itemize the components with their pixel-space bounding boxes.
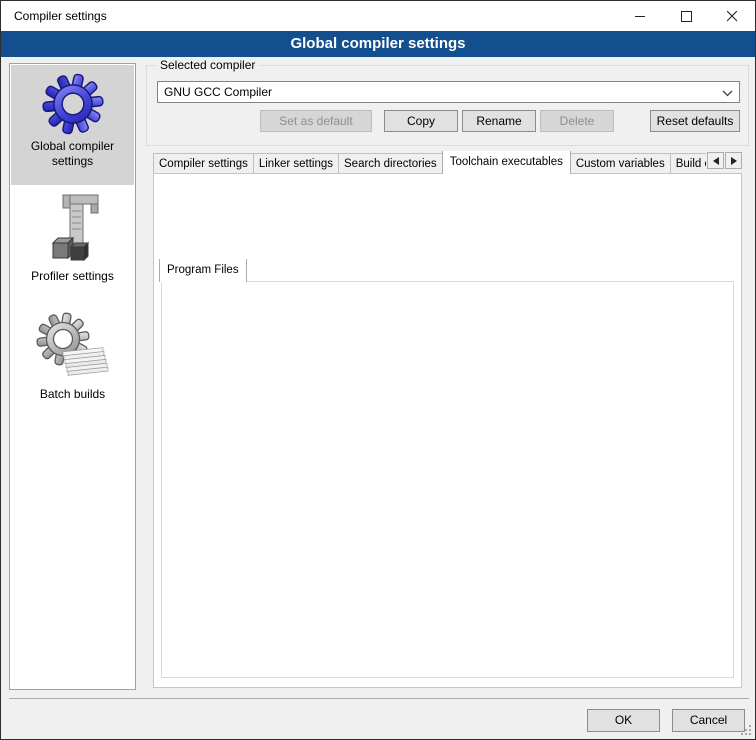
- ok-button[interactable]: OK: [587, 709, 660, 732]
- maximize-button[interactable]: [663, 2, 709, 31]
- minimize-button[interactable]: [617, 2, 663, 31]
- tab-toolchain-executables[interactable]: Toolchain executables: [442, 151, 571, 174]
- tab-build-options[interactable]: Build options: [670, 153, 706, 174]
- tab-scroll-left-button[interactable]: [707, 152, 724, 169]
- tab-search-directories[interactable]: Search directories: [338, 153, 443, 174]
- program-files-page: [161, 281, 734, 678]
- maximize-icon: [681, 11, 692, 22]
- close-button[interactable]: [709, 2, 755, 31]
- tab-linker-settings[interactable]: Linker settings: [253, 153, 339, 174]
- dialog-heading: Global compiler settings: [1, 31, 755, 57]
- sidebar-item-label: Global compiler settings: [11, 137, 134, 175]
- window-title: Compiler settings: [1, 9, 617, 23]
- left-arrow-icon: [713, 157, 719, 165]
- sidebar-item-global-compiler-settings[interactable]: Global compiler settings: [11, 65, 134, 185]
- dialog-window: Compiler settings Global compiler settin…: [0, 0, 756, 740]
- tab-scroll-right-button[interactable]: [725, 152, 742, 169]
- blue-gear-icon: [40, 71, 106, 137]
- sidebar-item-label: Batch builds: [11, 385, 134, 408]
- title-bar: Compiler settings: [1, 1, 755, 31]
- caliper-icon: [41, 191, 105, 267]
- chevron-down-icon: [722, 90, 733, 97]
- right-arrow-icon: [731, 157, 737, 165]
- selected-compiler-value: GNU GCC Compiler: [164, 85, 272, 99]
- sidebar-item-batch-builds[interactable]: Batch builds: [11, 307, 134, 419]
- selected-compiler-group: Selected compiler GNU GCC Compiler Set a…: [146, 65, 749, 146]
- reset-defaults-button[interactable]: Reset defaults: [650, 110, 740, 132]
- sidebar-item-label: Profiler settings: [11, 267, 134, 290]
- sidebar-item-profiler-settings[interactable]: Profiler settings: [11, 189, 134, 293]
- rename-button[interactable]: Rename: [462, 110, 536, 132]
- main-tab-strip: Compiler settings Linker settings Search…: [153, 151, 706, 174]
- subtab-program-files[interactable]: Program Files: [159, 259, 247, 282]
- selected-compiler-group-label: Selected compiler: [156, 58, 259, 72]
- tab-custom-variables[interactable]: Custom variables: [570, 153, 671, 174]
- gray-gear-stack-icon: [33, 309, 113, 385]
- settings-category-list: Global compiler settings: [9, 63, 136, 690]
- close-icon: [727, 11, 738, 22]
- cancel-button[interactable]: Cancel: [672, 709, 745, 732]
- selected-compiler-combobox[interactable]: GNU GCC Compiler: [157, 81, 740, 103]
- set-as-default-button: Set as default: [260, 110, 372, 132]
- minimize-icon: [635, 11, 646, 22]
- tab-compiler-settings[interactable]: Compiler settings: [153, 153, 254, 174]
- resize-grip[interactable]: [741, 725, 752, 736]
- footer-separator: [9, 698, 749, 699]
- delete-button: Delete: [540, 110, 614, 132]
- copy-button[interactable]: Copy: [384, 110, 458, 132]
- compiler-actions: Set as default Copy Rename Delete Reset …: [260, 110, 740, 132]
